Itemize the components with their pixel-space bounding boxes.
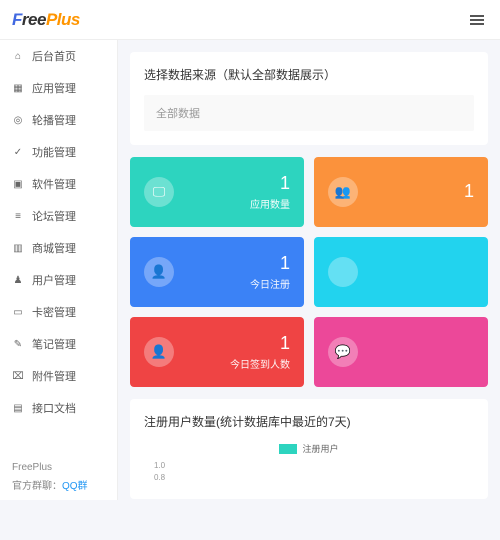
sidebar-item-6[interactable]: ▥ 商城管理 [0, 232, 117, 264]
nav-label: 后台首页 [32, 48, 76, 64]
sidebar-item-11[interactable]: ▤ 接口文档 [0, 392, 117, 424]
legend-swatch [279, 444, 297, 454]
card-icon: 💬 [328, 337, 358, 367]
nav-icon: ♟ [12, 274, 24, 286]
sidebar: ⌂ 后台首页 ▦ 应用管理 ◎ 轮播管理 ✓ 功能管理 ▣ 软件管理 ≡ 论坛管理 ▥ 商城管理 ♟ 用户管理… [0, 40, 118, 500]
card-value: 1 [250, 173, 290, 194]
nav-icon: ◎ [12, 114, 24, 126]
data-source-panel: 选择数据来源（默认全部数据展示） 全部数据 [130, 52, 488, 145]
stat-card-2[interactable]: 👤 1 今日注册 [130, 237, 304, 307]
nav-label: 软件管理 [32, 176, 76, 192]
nav-label: 附件管理 [32, 368, 76, 384]
card-label: 今日签到人数 [230, 356, 290, 371]
nav-icon: ✎ [12, 338, 24, 350]
card-icon: 🖵 [144, 177, 174, 207]
nav-label: 应用管理 [32, 80, 76, 96]
chart-panel: 注册用户数量(统计数据库中最近的7天) 注册用户 1.00.8 [130, 399, 488, 499]
sidebar-item-2[interactable]: ◎ 轮播管理 [0, 104, 117, 136]
nav-label: 接口文档 [32, 400, 76, 416]
chart-legend: 注册用户 [144, 442, 474, 455]
stat-card-5[interactable]: 💬 [314, 317, 488, 387]
logo: FreePlus [12, 10, 80, 30]
nav-icon: ▭ [12, 306, 24, 318]
nav-label: 功能管理 [32, 144, 76, 160]
nav-icon: ⌧ [12, 370, 24, 382]
contact-label: 官方群聊： [12, 481, 62, 492]
nav-label: 卡密管理 [32, 304, 76, 320]
card-label: 今日注册 [250, 276, 290, 291]
card-icon: 👥 [328, 177, 358, 207]
card-label: 应用数量 [250, 196, 290, 211]
stat-cards: 🖵1应用数量👥1👤1今日注册👤1今日签到人数💬 [130, 157, 488, 387]
nav-icon: ▥ [12, 242, 24, 254]
nav-icon: ⌂ [12, 50, 24, 62]
product-name: FreePlus [12, 462, 105, 473]
nav-icon: ✓ [12, 146, 24, 158]
stat-card-0[interactable]: 🖵 1 应用数量 [130, 157, 304, 227]
qq-link[interactable]: QQ群 [62, 481, 88, 492]
main-content: 选择数据来源（默认全部数据展示） 全部数据 🖵1应用数量👥1👤1今日注册👤1今日… [118, 40, 500, 500]
nav-label: 笔记管理 [32, 336, 76, 352]
sidebar-item-1[interactable]: ▦ 应用管理 [0, 72, 117, 104]
nav-icon: ▦ [12, 82, 24, 94]
hamburger-icon[interactable] [466, 9, 488, 31]
card-icon [328, 257, 358, 287]
nav-label: 轮播管理 [32, 112, 76, 128]
card-value: 1 [250, 253, 290, 274]
card-value: 1 [464, 181, 474, 202]
panel-title: 选择数据来源（默认全部数据展示） [144, 66, 474, 83]
sidebar-item-10[interactable]: ⌧ 附件管理 [0, 360, 117, 392]
card-icon: 👤 [144, 257, 174, 287]
nav-icon: ▤ [12, 402, 24, 414]
nav-icon: ▣ [12, 178, 24, 190]
nav-label: 商城管理 [32, 240, 76, 256]
card-value: 1 [230, 333, 290, 354]
stat-card-3[interactable] [314, 237, 488, 307]
nav-label: 用户管理 [32, 272, 76, 288]
sidebar-footer: FreePlus 官方群聊：QQ群 [0, 462, 117, 492]
sidebar-item-9[interactable]: ✎ 笔记管理 [0, 328, 117, 360]
stat-card-4[interactable]: 👤 1 今日签到人数 [130, 317, 304, 387]
legend-label: 注册用户 [302, 442, 338, 455]
top-bar: FreePlus [0, 0, 500, 40]
sidebar-item-8[interactable]: ▭ 卡密管理 [0, 296, 117, 328]
nav-icon: ≡ [12, 210, 24, 222]
sidebar-item-3[interactable]: ✓ 功能管理 [0, 136, 117, 168]
card-icon: 👤 [144, 337, 174, 367]
stat-card-1[interactable]: 👥1 [314, 157, 488, 227]
y-axis: 1.00.8 [144, 461, 474, 485]
sidebar-item-0[interactable]: ⌂ 后台首页 [0, 40, 117, 72]
nav-label: 论坛管理 [32, 208, 76, 224]
sidebar-item-5[interactable]: ≡ 论坛管理 [0, 200, 117, 232]
sidebar-item-4[interactable]: ▣ 软件管理 [0, 168, 117, 200]
chart-title: 注册用户数量(统计数据库中最近的7天) [144, 413, 474, 430]
sidebar-item-7[interactable]: ♟ 用户管理 [0, 264, 117, 296]
data-source-select[interactable]: 全部数据 [144, 95, 474, 131]
